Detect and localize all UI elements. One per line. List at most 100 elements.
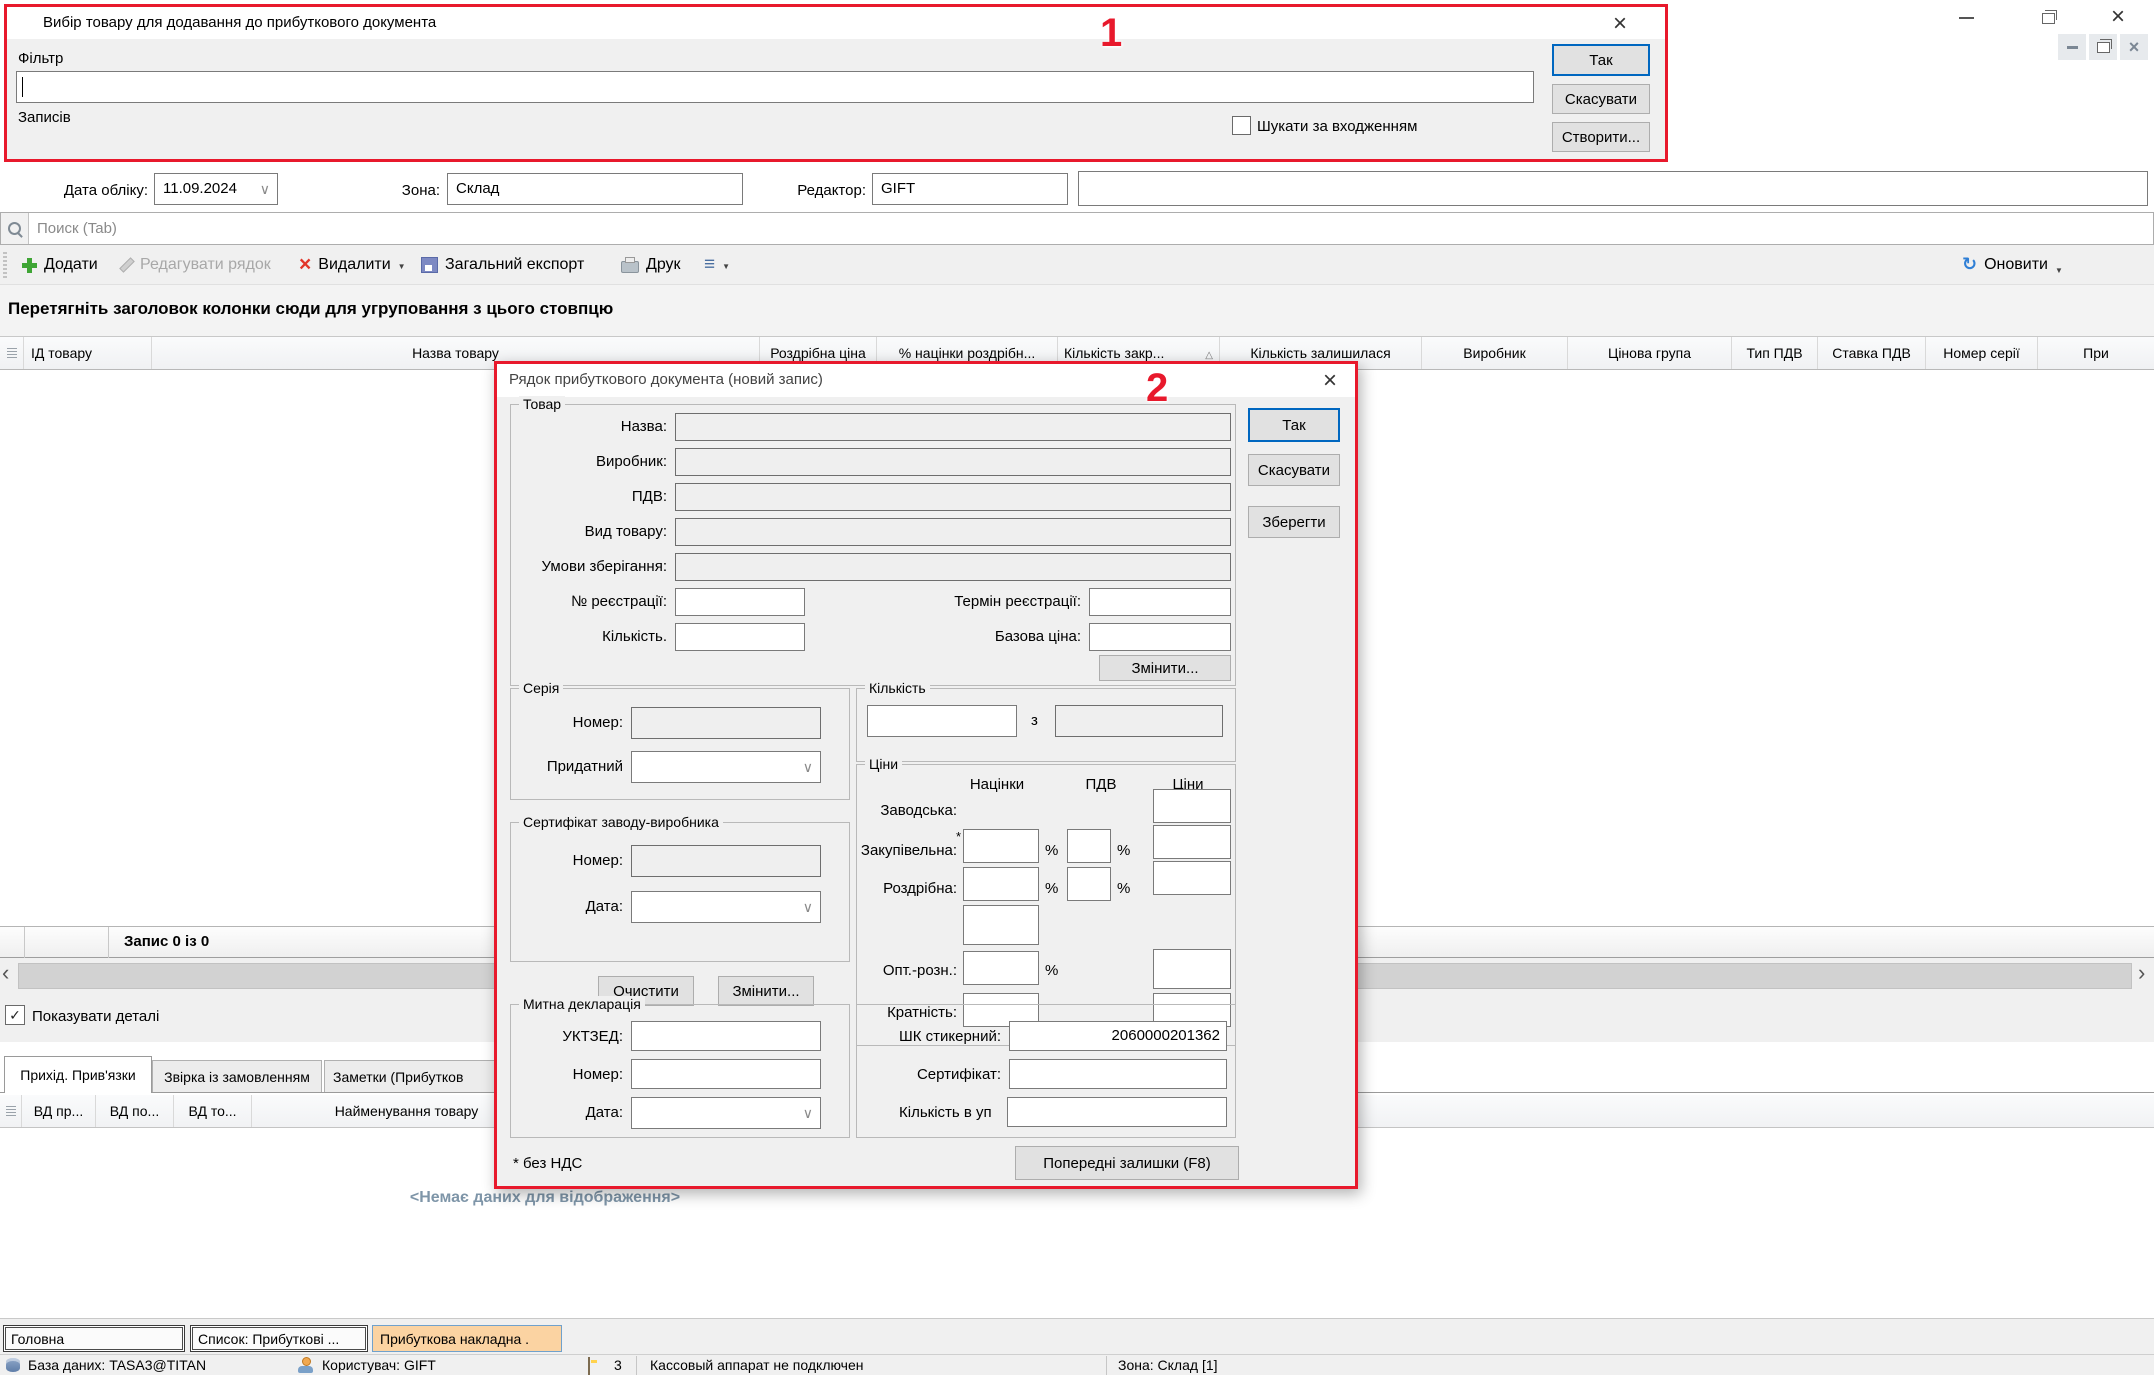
quantity-input[interactable] — [867, 705, 1017, 737]
column-header-price-group[interactable]: Цінова група — [1568, 337, 1732, 369]
search-input[interactable] — [37, 217, 1437, 239]
column-header-serial[interactable]: Номер серії — [1926, 337, 2038, 369]
product-kind-field[interactable] — [675, 518, 1231, 546]
mdi-minimize-button[interactable] — [2058, 34, 2086, 60]
grid-corner-grip[interactable] — [0, 337, 24, 369]
search-occurrence-checkbox[interactable] — [1232, 116, 1251, 135]
window-close-button[interactable] — [2100, 4, 2136, 30]
qty-per-pack-field[interactable] — [1007, 1097, 1227, 1127]
customs-date-combobox[interactable] — [631, 1097, 821, 1129]
tab-order-check[interactable]: Звірка із замовленням — [152, 1060, 322, 1093]
scroll-left-icon[interactable] — [2, 962, 9, 984]
retail-extra-field[interactable] — [963, 905, 1039, 945]
records-label: Записів — [18, 108, 71, 128]
retail-markup-field[interactable] — [963, 867, 1039, 901]
accounting-date-combobox[interactable]: 11.09.2024 — [154, 173, 278, 205]
barcode-group: ШК стикерний: 2060000201362 Сертифікат: … — [856, 1004, 1236, 1138]
refresh-button[interactable]: Оновити — [1962, 251, 2063, 279]
dialog1-cancel-button[interactable]: Скасувати — [1552, 84, 1650, 114]
list-menu-button[interactable] — [704, 251, 730, 279]
vat-field[interactable] — [675, 483, 1231, 511]
certificate-field[interactable] — [1009, 1059, 1227, 1089]
export-icon — [421, 257, 438, 273]
series-number-field[interactable] — [631, 707, 821, 739]
mdi-restore-button[interactable] — [2089, 34, 2117, 60]
search-bar[interactable] — [0, 212, 2154, 245]
purchase-markup-field[interactable] — [963, 829, 1039, 863]
dialog1-create-button[interactable]: Створити... — [1552, 122, 1650, 152]
chevron-down-icon[interactable] — [803, 1106, 813, 1120]
purchase-vat-field[interactable] — [1067, 829, 1111, 863]
dialog1-close-button[interactable] — [1613, 12, 1627, 36]
add-button[interactable]: Додати — [22, 251, 98, 279]
delete-button[interactable]: Видалити — [299, 251, 406, 279]
status-zone: Зона: Склад [1] — [1118, 1357, 1218, 1373]
details-grid-grip[interactable] — [0, 1095, 22, 1127]
scroll-right-icon[interactable] — [2138, 962, 2145, 984]
zone-field[interactable]: Склад — [447, 173, 743, 205]
editor-field[interactable]: GIFT — [872, 173, 1068, 205]
show-details-checkbox[interactable]: ✓ — [5, 1005, 25, 1025]
delete-x-icon — [299, 254, 311, 276]
toolbar-grip[interactable] — [3, 252, 7, 278]
valid-until-combobox[interactable] — [631, 751, 821, 783]
base-price-field[interactable] — [1089, 623, 1231, 651]
quantity-field[interactable] — [675, 623, 805, 651]
wholesale-markup-field[interactable] — [963, 951, 1039, 985]
column-header-id[interactable]: ІД товару — [24, 337, 152, 369]
window-minimize-button[interactable] — [1948, 6, 1984, 30]
window-tab-main[interactable]: Головна — [3, 1325, 185, 1352]
customs-number-field[interactable] — [631, 1059, 821, 1089]
uktzed-field[interactable] — [631, 1021, 821, 1051]
export-button[interactable]: Загальний експорт — [421, 251, 584, 279]
dialog2-save-button[interactable]: Зберегти — [1248, 506, 1340, 538]
details-column-vd-to[interactable]: ВД то... — [174, 1095, 252, 1127]
column-header-manufacturer[interactable]: Виробник — [1422, 337, 1568, 369]
dialog2-ok-button[interactable]: Так — [1248, 408, 1340, 442]
filter-input-text[interactable] — [27, 76, 1517, 98]
tab-receipt-links[interactable]: Прихід. Прив'язки — [4, 1056, 152, 1093]
dialog2-titlebar[interactable]: Рядок прибуткового документа (новий запи… — [497, 364, 1355, 397]
chevron-down-icon[interactable] — [803, 900, 813, 914]
sticker-barcode-label: ШК стикерний: — [861, 1027, 1001, 1047]
dialog2-cancel-button[interactable]: Скасувати — [1248, 454, 1340, 486]
change-certificate-button[interactable]: Змінити... — [718, 976, 814, 1006]
window-restore-button[interactable] — [2030, 6, 2066, 30]
chevron-down-icon[interactable] — [803, 760, 813, 774]
comment-field[interactable] — [1078, 171, 2148, 206]
reg-no-field[interactable] — [675, 588, 805, 616]
manufacturer-field[interactable] — [675, 448, 1231, 476]
retail-price-field[interactable] — [1153, 861, 1231, 895]
filter-input[interactable] — [16, 71, 1534, 103]
print-button[interactable]: Друк — [621, 251, 681, 279]
previous-balances-button[interactable]: Попередні залишки (F8) — [1015, 1146, 1239, 1180]
sticker-barcode-field[interactable]: 2060000201362 — [1009, 1021, 1227, 1051]
mdi-close-button[interactable]: × — [2120, 34, 2148, 60]
quantity-total-field[interactable] — [1055, 705, 1223, 737]
factory-price-field[interactable] — [1153, 789, 1231, 823]
dialog2-close-button[interactable] — [1323, 369, 1337, 393]
edit-row-button[interactable]: Редагувати рядок — [118, 251, 271, 279]
minimize-icon — [1959, 17, 1974, 19]
dialog1-titlebar[interactable]: Вибір товару для додавання до прибутково… — [7, 7, 1665, 39]
details-column-vd-pr[interactable]: ВД пр... — [22, 1095, 96, 1127]
column-header-truncated[interactable]: При — [2038, 337, 2154, 369]
certificate-number-field[interactable] — [631, 845, 821, 877]
reg-term-field[interactable] — [1089, 588, 1231, 616]
dialog1-ok-button[interactable]: Так — [1552, 44, 1650, 76]
storage-field[interactable] — [675, 553, 1231, 581]
database-icon — [6, 1358, 20, 1372]
details-column-vd-po[interactable]: ВД по... — [96, 1095, 174, 1127]
column-header-vat-type[interactable]: Тип ПДВ — [1732, 337, 1818, 369]
group-by-area[interactable]: Перетягніть заголовок колонки сюди для у… — [0, 285, 2154, 336]
retail-vat-field[interactable] — [1067, 867, 1111, 901]
window-tab-receipt-list[interactable]: Список: Прибуткові ... — [190, 1325, 368, 1352]
certificate-date-combobox[interactable] — [631, 891, 821, 923]
wholesale-price-field[interactable] — [1153, 949, 1231, 989]
chevron-down-icon[interactable] — [260, 182, 270, 196]
window-tab-receipt-invoice[interactable]: Прибуткова накладна . — [372, 1325, 562, 1352]
purchase-price-field[interactable] — [1153, 825, 1231, 859]
change-product-button[interactable]: Змінити... — [1099, 655, 1231, 681]
name-field[interactable] — [675, 413, 1231, 441]
column-header-vat-rate[interactable]: Ставка ПДВ — [1818, 337, 1926, 369]
